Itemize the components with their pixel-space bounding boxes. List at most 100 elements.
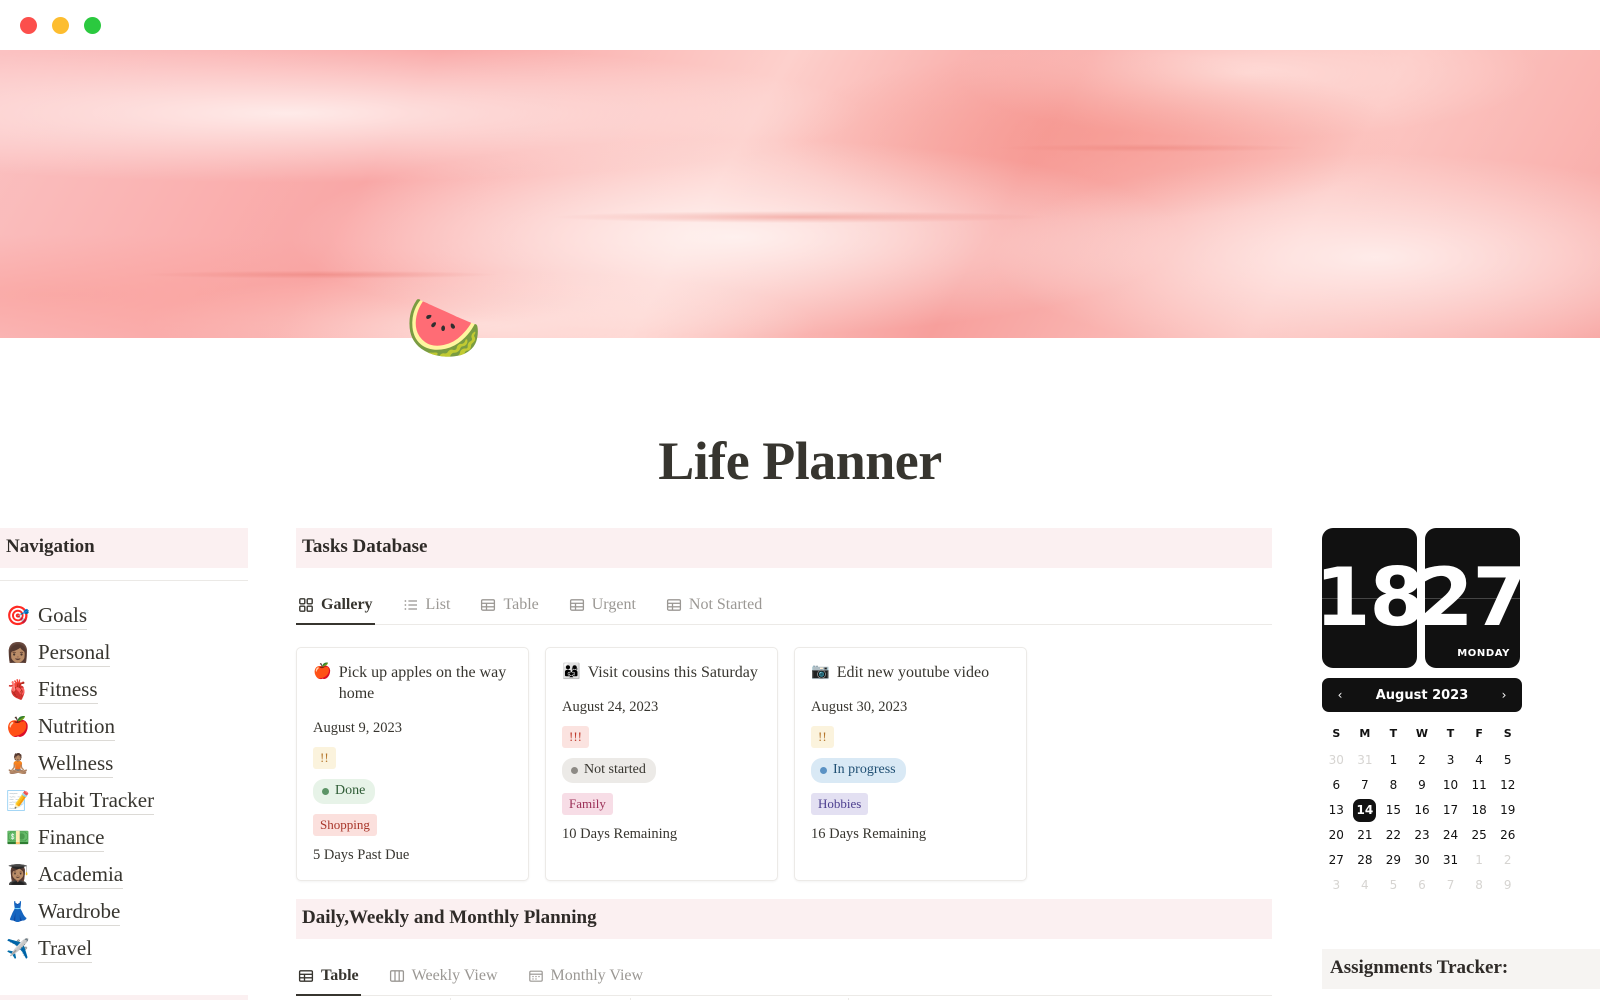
calendar-day[interactable]: 31 xyxy=(1436,849,1465,872)
sidebar-item-goals[interactable]: 🎯 Goals xyxy=(0,599,248,636)
sidebar-item-academia[interactable]: 👩🏽‍🎓 Academia xyxy=(0,858,248,895)
sidebar-item-wardrobe[interactable]: 👗 Wardrobe xyxy=(0,895,248,932)
mini-calendar-widget: ‹ August 2023 › S M T W T F S 30 31 1 2 3 4 5 6 7 8 9 10 11… xyxy=(1322,678,1522,897)
calendar-day[interactable]: 29 xyxy=(1379,849,1408,872)
calendar-icon xyxy=(528,968,544,984)
sidebar-item-wellness[interactable]: 🧘🏽 Wellness xyxy=(0,747,248,784)
calendar-day[interactable]: 24 xyxy=(1436,824,1465,847)
sidebar-item-label: Personal xyxy=(38,640,111,667)
calendar-day-number: 4 xyxy=(1475,753,1483,767)
sidebar-item-finance[interactable]: 💵 Finance xyxy=(0,821,248,858)
calendar-day[interactable]: 19 xyxy=(1493,799,1522,822)
calendar-day[interactable]: 7 xyxy=(1351,774,1380,797)
dollar-banknote-emoji: 💵 xyxy=(6,828,30,849)
calendar-day[interactable]: 30 xyxy=(1408,849,1437,872)
sidebar-item-nutrition[interactable]: 🍎 Nutrition xyxy=(0,710,248,747)
calendar-day[interactable]: 3 xyxy=(1322,874,1351,897)
calendar-day[interactable]: 27 xyxy=(1322,849,1351,872)
maximize-window-button[interactable] xyxy=(84,16,101,34)
gallery-grid-icon xyxy=(298,597,314,613)
planning-heading: Daily,Weekly and Monthly Planning xyxy=(296,899,1272,940)
tab-label: Monthly View xyxy=(550,967,644,985)
flip-clock-widget: 18 27 MONDAY xyxy=(1322,528,1600,668)
calendar-day[interactable]: 2 xyxy=(1408,749,1437,772)
sidebar-item-habit-tracker[interactable]: 📝 Habit Tracker xyxy=(0,784,248,821)
tab-weekly-view[interactable]: Weekly View xyxy=(387,961,500,996)
calendar-day[interactable]: 13 xyxy=(1322,799,1351,822)
calendar-day-number: 12 xyxy=(1500,778,1516,792)
calendar-day[interactable]: 30 xyxy=(1322,749,1351,772)
calendar-day[interactable]: 3 xyxy=(1436,749,1465,772)
sidebar-item-fitness[interactable]: 🫀 Fitness xyxy=(0,673,248,710)
calendar-day[interactable]: 16 xyxy=(1408,799,1437,822)
calendar-day[interactable]: 18 xyxy=(1465,799,1494,822)
calendar-day[interactable]: 12 xyxy=(1493,774,1522,797)
sidebar-item-label: Goals xyxy=(38,603,87,630)
airplane-emoji: ✈️ xyxy=(6,939,30,960)
calendar-day[interactable]: 9 xyxy=(1493,874,1522,897)
calendar-day[interactable]: 23 xyxy=(1408,824,1437,847)
calendar-day[interactable]: 7 xyxy=(1436,874,1465,897)
close-window-button[interactable] xyxy=(20,16,37,34)
calendar-day[interactable]: 20 xyxy=(1322,824,1351,847)
list-icon xyxy=(403,597,419,613)
calendar-day-number: 30 xyxy=(1414,853,1430,867)
calendar-day[interactable]: 26 xyxy=(1493,824,1522,847)
calendar-day[interactable]: 10 xyxy=(1436,774,1465,797)
sidebar-item-travel[interactable]: ✈️ Travel xyxy=(0,932,248,969)
calendar-day[interactable]: 31 xyxy=(1351,749,1380,772)
calendar-day[interactable]: 28 xyxy=(1351,849,1380,872)
calendar-day[interactable]: 25 xyxy=(1465,824,1494,847)
graduate-emoji: 👩🏽‍🎓 xyxy=(6,865,30,886)
task-card[interactable]: 👨‍👩‍👧 Visit cousins this Saturday August… xyxy=(545,647,778,882)
calendar-day[interactable]: 1 xyxy=(1465,849,1494,872)
calendar-day[interactable]: 15 xyxy=(1379,799,1408,822)
tab-list[interactable]: List xyxy=(401,590,453,625)
calendar-day-today[interactable]: 14 xyxy=(1351,799,1380,822)
calendar-day[interactable]: 1 xyxy=(1379,749,1408,772)
calendar-day[interactable]: 5 xyxy=(1379,874,1408,897)
calendar-day[interactable]: 11 xyxy=(1465,774,1494,797)
category-tag: Hobbies xyxy=(811,793,869,816)
tab-urgent[interactable]: Urgent xyxy=(567,590,638,625)
calendar-day[interactable]: 8 xyxy=(1465,874,1494,897)
calendar-day[interactable]: 8 xyxy=(1379,774,1408,797)
calendar-day[interactable]: 5 xyxy=(1493,749,1522,772)
tab-monthly-view[interactable]: Monthly View xyxy=(526,961,646,996)
calendar-day[interactable]: 2 xyxy=(1493,849,1522,872)
calendar-weekday-label: T xyxy=(1389,727,1398,740)
tab-not-started[interactable]: Not Started xyxy=(664,590,764,625)
task-tag-row: Shopping xyxy=(313,814,512,837)
table-icon xyxy=(480,597,496,613)
calendar-day[interactable]: 21 xyxy=(1351,824,1380,847)
calendar-day-number: 21 xyxy=(1357,828,1373,842)
calendar-day[interactable]: 9 xyxy=(1408,774,1437,797)
tab-table[interactable]: Table xyxy=(296,961,361,997)
calendar-day[interactable]: 6 xyxy=(1408,874,1437,897)
task-card[interactable]: 📷 Edit new youtube video August 30, 2023… xyxy=(794,647,1027,882)
task-tag-row: Hobbies xyxy=(811,793,1010,816)
calendar-day[interactable]: 17 xyxy=(1436,799,1465,822)
priority-badge: !! xyxy=(811,726,834,749)
calendar-day-number: 27 xyxy=(1328,853,1344,867)
calendar-day[interactable]: 22 xyxy=(1379,824,1408,847)
category-tag: Shopping xyxy=(313,814,377,837)
task-title: Visit cousins this Saturday xyxy=(587,664,758,681)
status-label: Done xyxy=(335,783,366,799)
task-card[interactable]: 🍎 Pick up apples on the way home August … xyxy=(296,647,529,882)
tab-gallery[interactable]: Gallery xyxy=(296,590,375,625)
calendar-day-number: 7 xyxy=(1361,778,1369,792)
watermelon-slice-emoji[interactable]: 🍉 xyxy=(405,298,482,360)
sidebar-item-personal[interactable]: 👩🏽 Personal xyxy=(0,636,248,673)
calendar-day[interactable]: 4 xyxy=(1465,749,1494,772)
tab-table[interactable]: Table xyxy=(478,590,540,625)
calendar-day[interactable]: 4 xyxy=(1351,874,1380,897)
calendar-weekday-label: M xyxy=(1359,727,1371,740)
chevron-left-icon[interactable]: ‹ xyxy=(1333,688,1347,702)
chevron-right-icon[interactable]: › xyxy=(1497,688,1511,702)
minimize-window-button[interactable] xyxy=(52,16,69,34)
calendar-day[interactable]: 6 xyxy=(1322,774,1351,797)
camera-emoji: 📷 xyxy=(811,664,830,680)
navigation-column: Navigation 🎯 Goals 👩🏽 Personal 🫀 Fitness… xyxy=(0,528,248,1000)
calendar-day-number: 31 xyxy=(1357,753,1373,767)
